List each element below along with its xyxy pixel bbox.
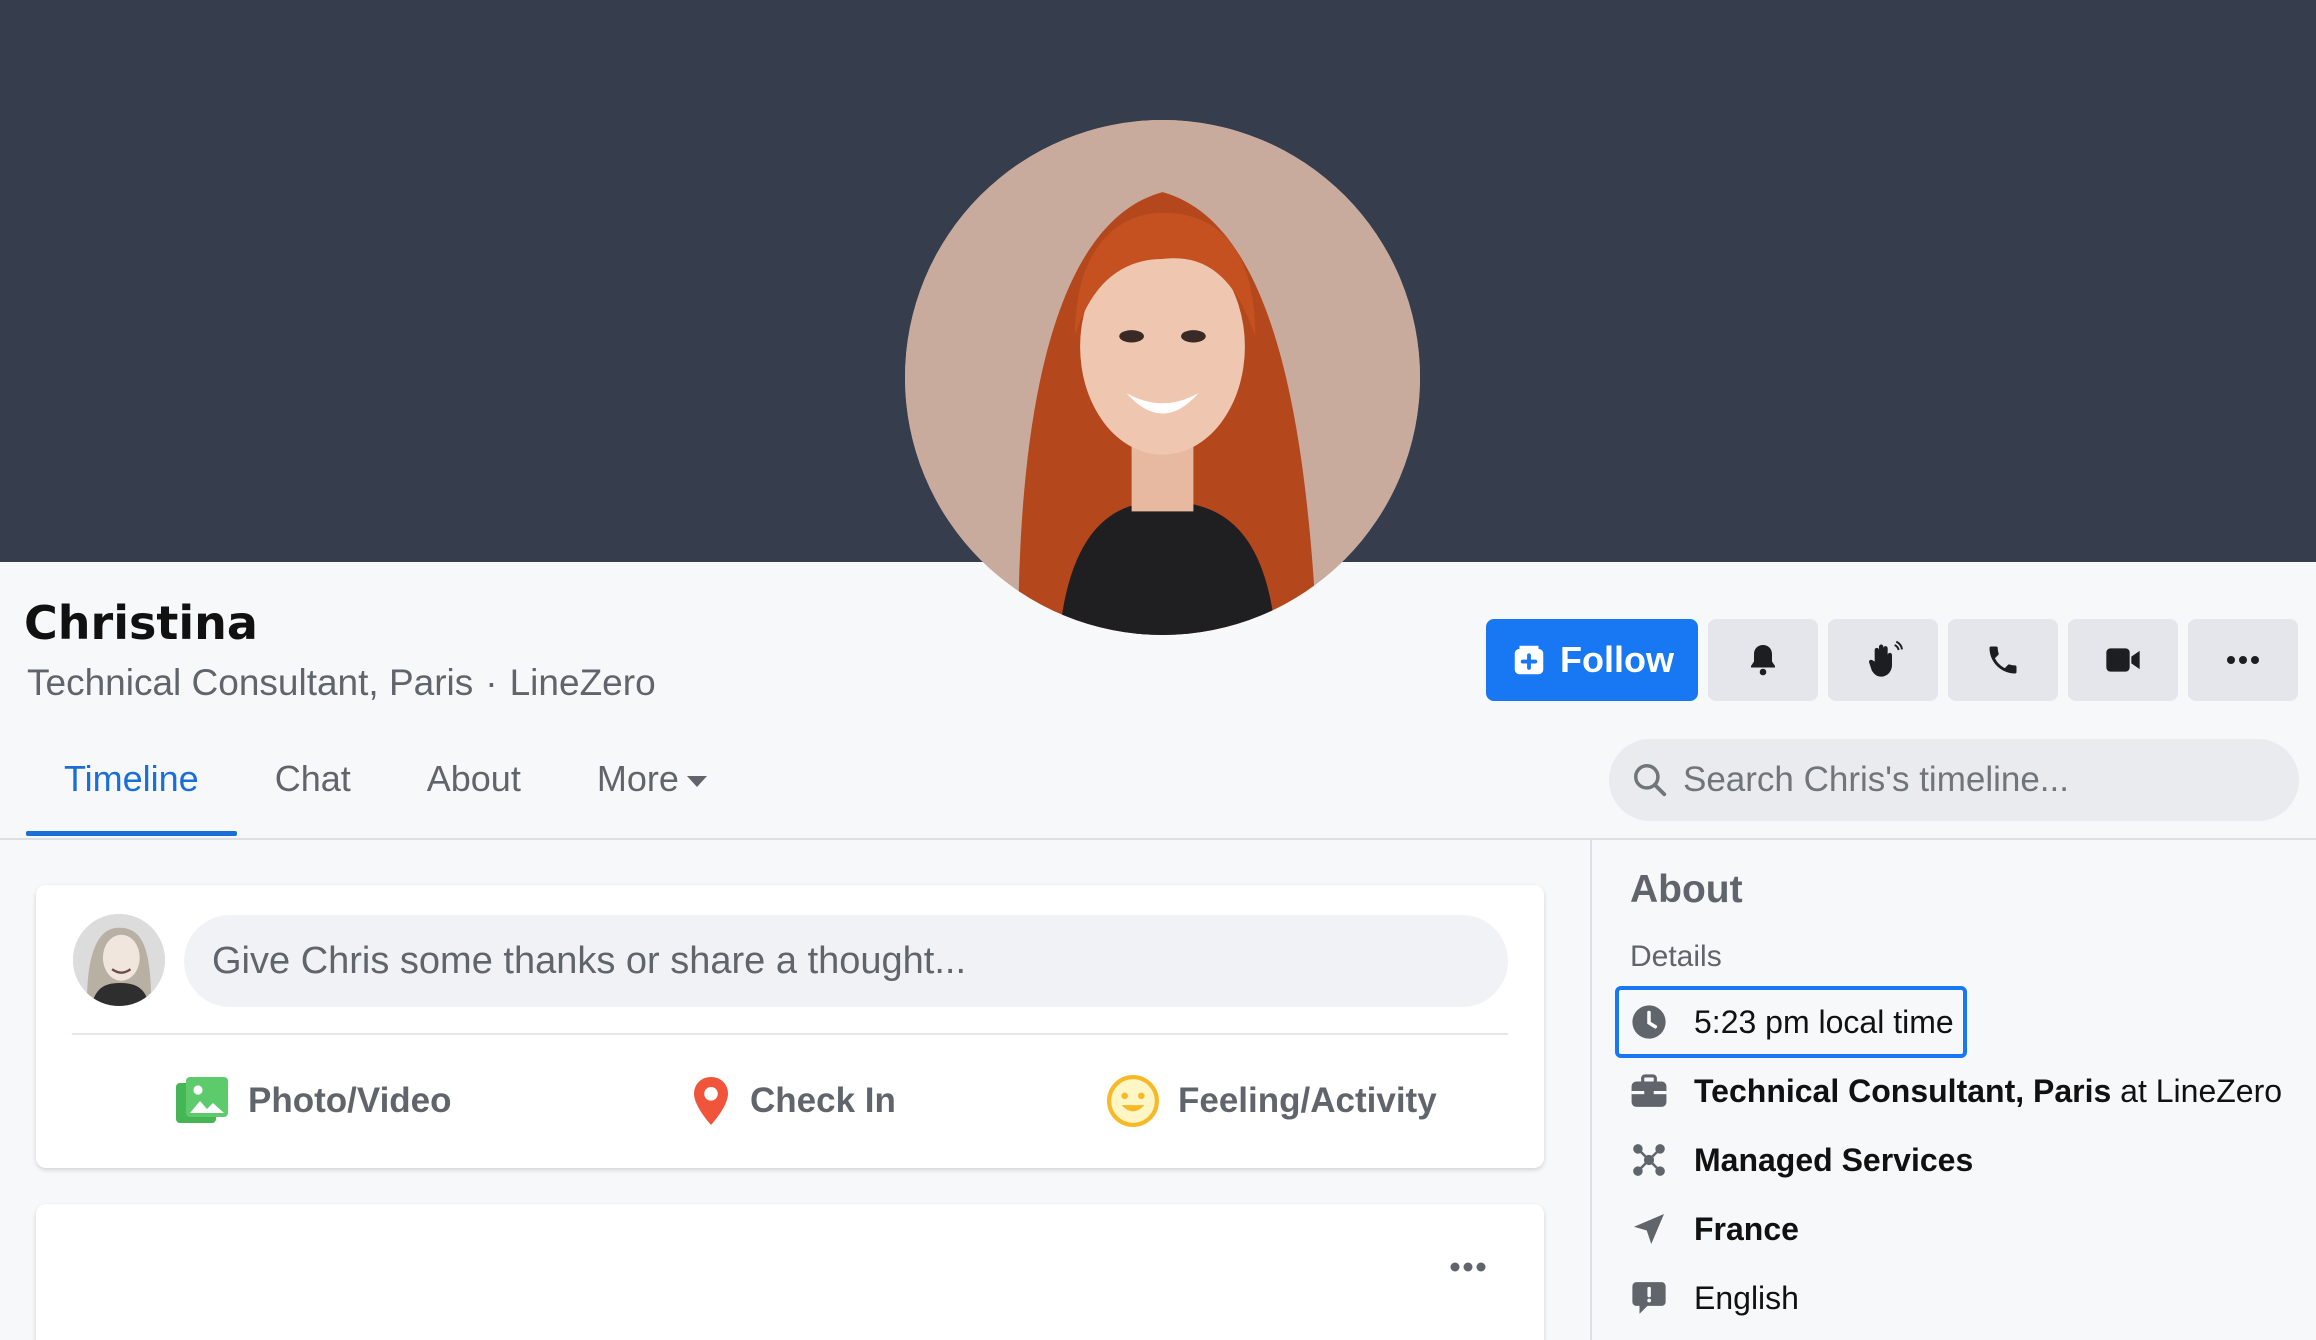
wave-icon	[1869, 640, 1903, 677]
photo-video-label: Photo/Video	[248, 1081, 452, 1120]
location-arrow-icon	[1630, 1211, 1668, 1247]
follow-icon	[1514, 645, 1544, 675]
wave-button[interactable]	[1828, 619, 1938, 701]
job-connector: at	[2120, 1072, 2147, 1109]
clock-icon	[1630, 1003, 1668, 1041]
feeling-activity-button[interactable]: Feeling/Activity	[1106, 1071, 1437, 1131]
tab-timeline[interactable]: Timeline	[26, 740, 237, 836]
country-text[interactable]: France	[1694, 1211, 1799, 1248]
tab-more-label: More	[596, 758, 679, 799]
briefcase-icon	[1630, 1073, 1668, 1109]
country-row: France	[1630, 1199, 1799, 1259]
profile-tabs: Timeline Chat About More	[26, 740, 745, 836]
about-title: About	[1630, 868, 1743, 911]
tab-chat[interactable]: Chat	[237, 740, 389, 836]
phone-icon	[1989, 646, 2017, 674]
notifications-button[interactable]	[1708, 619, 1818, 701]
check-in-label: Check In	[750, 1081, 896, 1120]
video-icon	[2106, 648, 2140, 672]
profile-role: Technical Consultant, Paris	[27, 662, 474, 703]
timeline-post	[36, 1204, 1544, 1340]
photo-icon	[176, 1077, 228, 1123]
location-pin-icon	[694, 1077, 728, 1125]
job-row: Technical Consultant, Paris at LineZero	[1630, 1061, 2282, 1121]
profile-company[interactable]: LineZero	[510, 662, 656, 703]
details-label: Details	[1630, 940, 1722, 973]
search-input[interactable]	[1683, 760, 2283, 800]
job-title: Technical Consultant, Paris	[1694, 1072, 2112, 1109]
feeling-activity-label: Feeling/Activity	[1178, 1081, 1437, 1120]
header-divider	[0, 838, 2316, 840]
tab-chat-label: Chat	[274, 758, 351, 799]
composer-divider	[72, 1033, 1508, 1035]
viewer-avatar[interactable]	[73, 914, 165, 1006]
profile-subtitle: Technical Consultant, Paris · LineZero	[27, 662, 656, 704]
language-row: English	[1630, 1268, 1799, 1328]
search-icon	[1634, 764, 1667, 797]
more-icon	[1450, 1262, 1486, 1272]
photo-video-button[interactable]: Photo/Video	[174, 1071, 452, 1131]
column-divider	[1590, 840, 1592, 1340]
org-chart-icon	[1630, 1141, 1668, 1179]
post-input[interactable]	[184, 915, 1508, 1007]
speech-bubble-icon	[1630, 1279, 1668, 1317]
job-text: Technical Consultant, Paris at LineZero	[1694, 1073, 2282, 1110]
video-call-button[interactable]	[2068, 619, 2178, 701]
language-text: English	[1694, 1279, 1799, 1316]
profile-actions: Follow	[1486, 619, 2298, 701]
post-options-button[interactable]	[1448, 1260, 1488, 1279]
department-text[interactable]: Managed Services	[1694, 1142, 1973, 1179]
tab-timeline-label: Timeline	[64, 758, 199, 799]
tab-about[interactable]: About	[389, 740, 559, 836]
check-in-button[interactable]: Check In	[690, 1071, 896, 1131]
bell-icon	[1751, 645, 1775, 676]
profile-photo[interactable]	[905, 120, 1420, 635]
subtitle-separator: ·	[485, 662, 498, 703]
more-icon	[2227, 656, 2259, 664]
more-options-button[interactable]	[2188, 619, 2298, 701]
follow-label: Follow	[1560, 639, 1674, 680]
call-button[interactable]	[1948, 619, 2058, 701]
smiley-icon	[1107, 1075, 1159, 1127]
job-company[interactable]: LineZero	[2156, 1073, 2282, 1109]
department-row: Managed Services	[1630, 1130, 1973, 1190]
post-composer: Photo/Video Check In Feeling/Activity	[36, 885, 1544, 1168]
profile-name: Christina	[24, 596, 258, 650]
caret-down-icon	[686, 775, 707, 787]
follow-button[interactable]: Follow	[1486, 619, 1698, 701]
timeline-search[interactable]	[1609, 739, 2299, 821]
local-time-text: 5:23 pm local time	[1694, 1003, 1954, 1040]
local-time-row[interactable]: 5:23 pm local time	[1615, 986, 1967, 1058]
tab-more[interactable]: More	[559, 740, 745, 836]
tab-about-label: About	[426, 758, 521, 799]
